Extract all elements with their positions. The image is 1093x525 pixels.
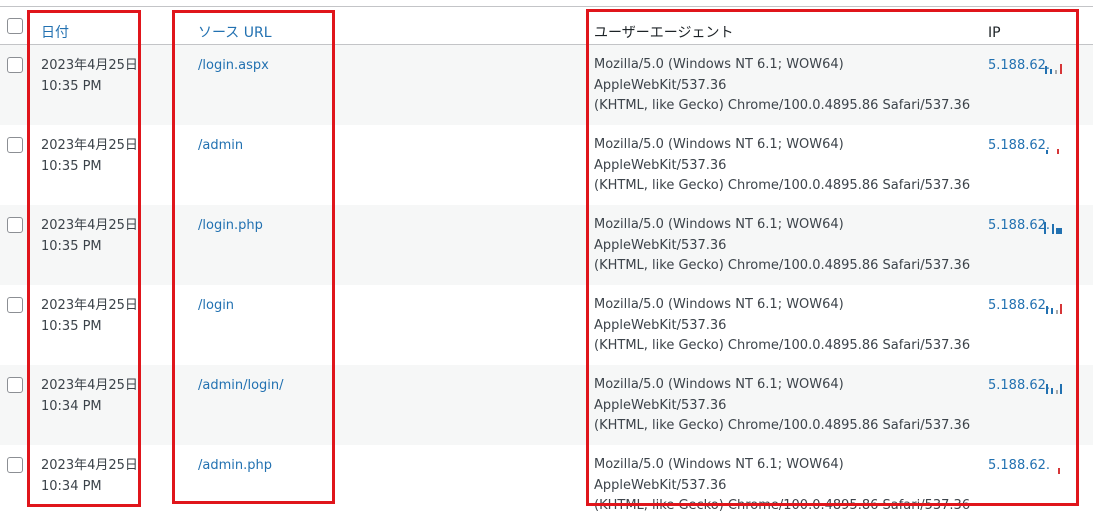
table-row: 2023年4月25日 10:34 PM /admin/login/ Mozill… (0, 365, 1093, 445)
date-cell: 2023年4月25日 10:35 PM (41, 215, 138, 257)
row-checkbox[interactable] (7, 137, 23, 153)
table-row: 2023年4月25日 10:35 PM /login.aspx Mozilla/… (0, 45, 1093, 125)
table-row: 2023年4月25日 10:35 PM /login Mozilla/5.0 (… (0, 285, 1093, 365)
sparkline-icon (1044, 220, 1066, 234)
user-agent-line: Mozilla/5.0 (Windows NT 6.1; WOW64) Appl… (594, 217, 844, 253)
sparkline-icon (1044, 380, 1066, 394)
date-cell: 2023年4月25日 10:35 PM (41, 135, 138, 177)
date-text: 2023年4月25日 (41, 58, 138, 73)
time-text: 10:35 PM (41, 79, 102, 94)
time-text: 10:35 PM (41, 239, 102, 254)
user-agent-line: (KHTML, like Gecko) Chrome/100.0.4895.86… (594, 338, 971, 353)
time-text: 10:34 PM (41, 479, 102, 494)
sparkline-icon (1044, 60, 1066, 74)
ip-link[interactable]: 5.188.62. (988, 455, 1050, 476)
select-all-checkbox[interactable] (7, 18, 23, 34)
date-text: 2023年4月25日 (41, 218, 138, 233)
user-agent-line: (KHTML, like Gecko) Chrome/100.0.4895.86… (594, 178, 971, 193)
date-cell: 2023年4月25日 10:35 PM (41, 55, 138, 97)
user-agent-cell: Mozilla/5.0 (Windows NT 6.1; WOW64) Appl… (594, 295, 974, 357)
sparkline-icon (1044, 140, 1066, 154)
user-agent-cell: Mozilla/5.0 (Windows NT 6.1; WOW64) Appl… (594, 215, 974, 277)
date-text: 2023年4月25日 (41, 458, 138, 473)
source-url-link[interactable]: /admin.php (198, 455, 272, 476)
date-text: 2023年4月25日 (41, 138, 138, 153)
source-url-link[interactable]: /login.aspx (198, 55, 269, 76)
date-text: 2023年4月25日 (41, 378, 138, 393)
sparkline-icon (1044, 460, 1066, 474)
ip-link[interactable]: 5.188.62. (988, 295, 1050, 316)
date-text: 2023年4月25日 (41, 298, 138, 313)
user-agent-line: Mozilla/5.0 (Windows NT 6.1; WOW64) Appl… (594, 457, 844, 493)
date-cell: 2023年4月25日 10:34 PM (41, 455, 138, 497)
user-agent-cell: Mozilla/5.0 (Windows NT 6.1; WOW64) Appl… (594, 455, 974, 517)
table-row: 2023年4月25日 10:35 PM /admin Mozilla/5.0 (… (0, 125, 1093, 205)
user-agent-line: (KHTML, like Gecko) Chrome/100.0.4895.86… (594, 258, 971, 273)
ip-link[interactable]: 5.188.62. (988, 55, 1050, 76)
row-checkbox[interactable] (7, 57, 23, 73)
table-header: 日付 ソース URL ユーザーエージェント IP (0, 7, 1093, 45)
source-url-link[interactable]: /login.php (198, 215, 263, 236)
table-row: 2023年4月25日 10:34 PM /admin.php Mozilla/5… (0, 445, 1093, 525)
time-text: 10:34 PM (41, 399, 102, 414)
user-agent-cell: Mozilla/5.0 (Windows NT 6.1; WOW64) Appl… (594, 135, 974, 197)
column-header-ip: IP (988, 25, 1001, 41)
sparkline-icon (1044, 300, 1066, 314)
column-header-user-agent: ユーザーエージェント (594, 25, 734, 41)
ip-link[interactable]: 5.188.62. (988, 215, 1050, 236)
table-row: 2023年4月25日 10:35 PM /login.php Mozilla/5… (0, 205, 1093, 285)
row-checkbox[interactable] (7, 457, 23, 473)
user-agent-line: Mozilla/5.0 (Windows NT 6.1; WOW64) Appl… (594, 297, 844, 333)
row-checkbox[interactable] (7, 297, 23, 313)
source-url-link[interactable]: /admin/login/ (198, 375, 284, 396)
ip-link[interactable]: 5.188.62. (988, 135, 1050, 156)
source-url-link[interactable]: /admin (198, 135, 243, 156)
time-text: 10:35 PM (41, 159, 102, 174)
source-url-link[interactable]: /login (198, 295, 234, 316)
user-agent-line: Mozilla/5.0 (Windows NT 6.1; WOW64) Appl… (594, 377, 844, 413)
user-agent-line: Mozilla/5.0 (Windows NT 6.1; WOW64) Appl… (594, 137, 844, 173)
user-agent-cell: Mozilla/5.0 (Windows NT 6.1; WOW64) Appl… (594, 375, 974, 437)
time-text: 10:35 PM (41, 319, 102, 334)
column-header-source-url[interactable]: ソース URL (198, 24, 272, 42)
user-agent-cell: Mozilla/5.0 (Windows NT 6.1; WOW64) Appl… (594, 55, 974, 117)
column-header-date[interactable]: 日付 (41, 24, 69, 42)
date-cell: 2023年4月25日 10:35 PM (41, 295, 138, 337)
row-checkbox[interactable] (7, 377, 23, 393)
user-agent-line: (KHTML, like Gecko) Chrome/100.0.4895.86… (594, 418, 971, 433)
ip-link[interactable]: 5.188.62. (988, 375, 1050, 396)
row-checkbox[interactable] (7, 217, 23, 233)
user-agent-line: (KHTML, like Gecko) Chrome/100.0.4895.86… (594, 498, 971, 513)
user-agent-line: (KHTML, like Gecko) Chrome/100.0.4895.86… (594, 98, 971, 113)
date-cell: 2023年4月25日 10:34 PM (41, 375, 138, 417)
user-agent-line: Mozilla/5.0 (Windows NT 6.1; WOW64) Appl… (594, 57, 844, 93)
